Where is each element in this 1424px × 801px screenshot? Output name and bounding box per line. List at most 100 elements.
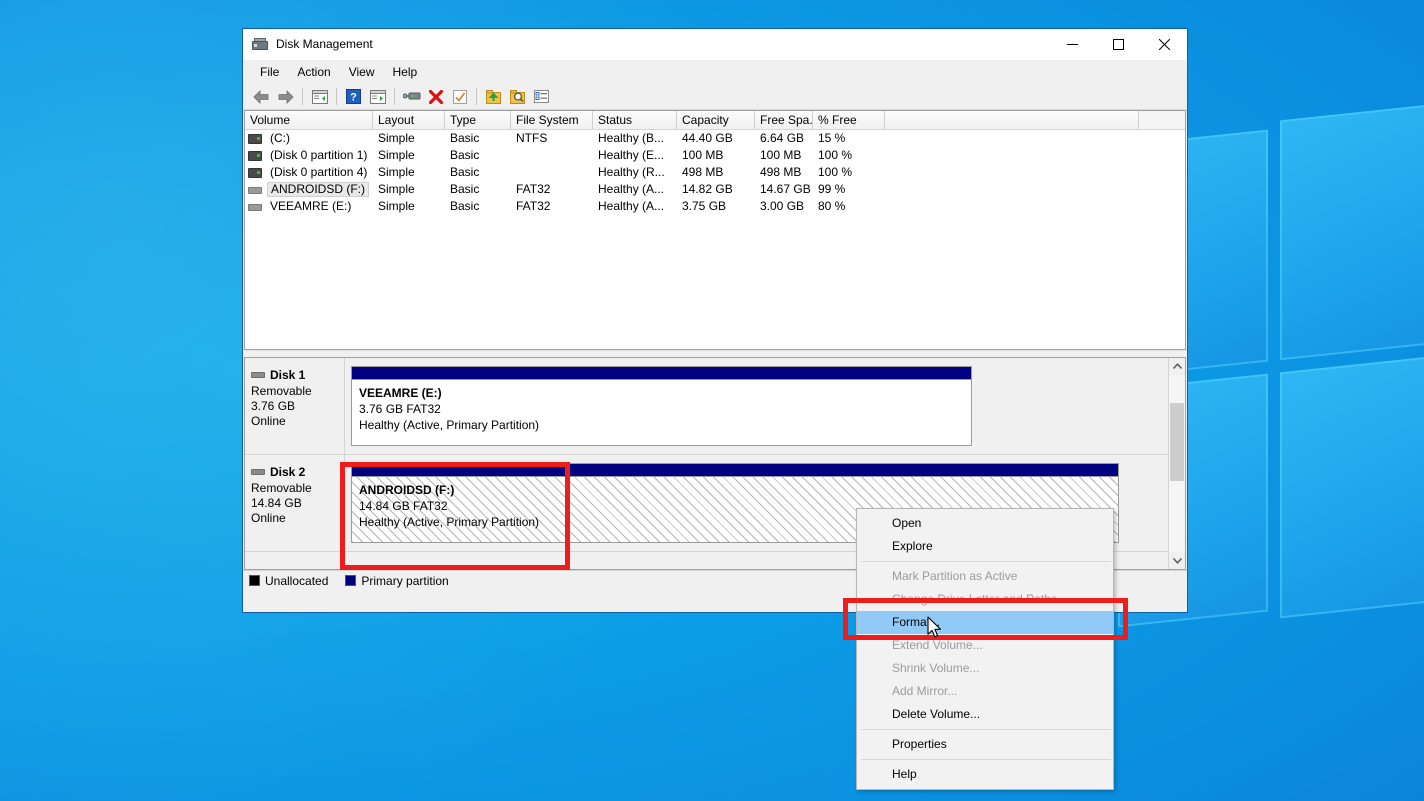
disk-row: Disk 1 Removable3.76 GBOnline VEEAMRE (E:)…	[245, 358, 1168, 455]
context-menu-item: Add Mirror...	[857, 680, 1113, 703]
volume-percent-free-cell: 100 %	[813, 164, 885, 181]
volume-list-panel: VolumeLayoutTypeFile SystemStatusCapacit…	[244, 110, 1186, 350]
volume-column-header[interactable]: Layout	[373, 111, 445, 129]
toolbar-separator	[336, 88, 337, 105]
partition-label-label: VEEAMRE (E:)	[359, 385, 964, 401]
context-menu-item: Extend Volume...	[857, 634, 1113, 657]
removable-disk-icon	[248, 204, 262, 211]
disk-info-panel[interactable]: Disk 2Removable14.84 GBOnline	[245, 455, 345, 551]
volume-list-header: VolumeLayoutTypeFile SystemStatusCapacit…	[245, 111, 1185, 130]
table-row[interactable]: ANDROIDSD (F:)SimpleBasicFAT32Healthy (A…	[245, 181, 1185, 198]
disk-name-label: Disk 1	[270, 368, 305, 382]
volume-context-menu: OpenExploreMark Partition as ActiveChang…	[856, 508, 1114, 790]
volume-column-header[interactable]: Volume	[245, 111, 373, 129]
context-menu-item[interactable]: Open	[857, 512, 1113, 535]
partition-type-bar	[352, 367, 971, 380]
properties-icon[interactable]	[448, 86, 471, 108]
disk-title: Disk 1	[251, 368, 336, 382]
volume-name-label: (Disk 0 partition 1)	[267, 148, 370, 163]
toolbar: ?	[243, 84, 1187, 110]
rescan-disks-icon[interactable]	[400, 86, 423, 108]
volume-column-header[interactable]: File System	[511, 111, 593, 129]
volume-type-cell: Basic	[445, 130, 511, 147]
volume-percent-free-cell: 100 %	[813, 147, 885, 164]
context-menu-item[interactable]: Explore	[857, 535, 1113, 558]
volume-capacity-cell: 14.82 GB	[677, 181, 755, 198]
menu-separator	[861, 729, 1111, 730]
volume-column-header[interactable]: % Free	[813, 111, 885, 129]
table-row[interactable]: (C:)SimpleBasicNTFSHealthy (B...44.40 GB…	[245, 130, 1185, 147]
context-menu-item: Shrink Volume...	[857, 657, 1113, 680]
menu-bar: File Action View Help	[243, 60, 1187, 84]
table-row[interactable]: (Disk 0 partition 4)SimpleBasicHealthy (…	[245, 164, 1185, 181]
context-menu-item: Change Drive Letter and Paths...	[857, 588, 1113, 611]
scrollbar-track[interactable]	[1169, 375, 1185, 552]
volume-column-header[interactable]	[885, 111, 1139, 129]
find-icon[interactable]	[506, 86, 529, 108]
disk-management-icon	[252, 37, 268, 53]
delete-icon[interactable]	[424, 86, 447, 108]
disk-state-label: Online	[251, 414, 336, 429]
maximize-button[interactable]	[1095, 29, 1141, 60]
forward-icon[interactable]	[274, 86, 297, 108]
volume-name-label: VEEAMRE (E:)	[267, 199, 354, 214]
menu-file[interactable]: File	[251, 61, 288, 83]
disk-title: Disk 2	[251, 465, 336, 479]
context-menu-item[interactable]: Help	[857, 763, 1113, 786]
export-list-icon[interactable]	[482, 86, 505, 108]
graphical-view-scrollbar[interactable]	[1168, 358, 1185, 569]
volume-column-header[interactable]: Status	[593, 111, 677, 129]
legend-swatch	[345, 575, 356, 586]
volume-layout-cell: Simple	[373, 181, 445, 198]
context-menu-item[interactable]: Properties	[857, 733, 1113, 756]
volume-capacity-cell: 44.40 GB	[677, 130, 755, 147]
volume-layout-cell: Simple	[373, 164, 445, 181]
volume-capacity-cell: 100 MB	[677, 147, 755, 164]
volume-file-system-cell: NTFS	[511, 130, 593, 147]
back-icon[interactable]	[250, 86, 273, 108]
disk-partition-area: VEEAMRE (E:)3.76 GB FAT32Healthy (Active…	[345, 358, 1168, 454]
volume-type-cell: Basic	[445, 198, 511, 215]
volume-list-body: (C:)SimpleBasicNTFSHealthy (B...44.40 GB…	[245, 130, 1185, 349]
context-menu-item[interactable]: Format...	[857, 611, 1113, 634]
table-row[interactable]: VEEAMRE (E:)SimpleBasicFAT32Healthy (A..…	[245, 198, 1185, 215]
menu-help[interactable]: Help	[384, 61, 427, 83]
title-bar: Disk Management	[243, 29, 1187, 60]
volume-capacity-cell: 498 MB	[677, 164, 755, 181]
show-hide-console-tree-icon[interactable]	[308, 86, 331, 108]
volume-column-header[interactable]: Free Spa...	[755, 111, 813, 129]
volume-column-header[interactable]: Type	[445, 111, 511, 129]
legend-swatch	[249, 575, 260, 586]
volume-column-header[interactable]: Capacity	[677, 111, 755, 129]
close-button[interactable]	[1141, 29, 1187, 60]
menu-action[interactable]: Action	[288, 61, 339, 83]
show-hide-action-pane-icon[interactable]	[366, 86, 389, 108]
context-menu-item[interactable]: Delete Volume...	[857, 703, 1113, 726]
partition-type-bar	[352, 464, 1118, 477]
minimize-button[interactable]	[1049, 29, 1095, 60]
table-row[interactable]: (Disk 0 partition 1)SimpleBasicHealthy (…	[245, 147, 1185, 164]
scrollbar-thumb[interactable]	[1170, 403, 1184, 481]
volume-free-space-cell: 3.00 GB	[755, 198, 813, 215]
disk-info-panel[interactable]: Disk 1 Removable3.76 GBOnline	[245, 358, 345, 454]
partition-size-fs-label: 3.76 GB FAT32	[359, 401, 964, 417]
volume-type-cell: Basic	[445, 164, 511, 181]
disk-media-label: Removable	[251, 481, 336, 496]
help-icon[interactable]: ?	[342, 86, 365, 108]
volume-layout-cell: Simple	[373, 130, 445, 147]
disk-media-label: Removable	[251, 384, 336, 399]
disk-partition[interactable]: VEEAMRE (E:)3.76 GB FAT32Healthy (Active…	[351, 366, 972, 446]
volume-status-cell: Healthy (A...	[593, 198, 677, 215]
detail-list-icon[interactable]	[530, 86, 553, 108]
volume-name-cell: (Disk 0 partition 1)	[245, 148, 373, 163]
disk-state-label: Online	[251, 511, 336, 526]
menu-view[interactable]: View	[340, 61, 384, 83]
wallpaper-pane-top-right	[1280, 103, 1424, 361]
volume-percent-free-cell: 80 %	[813, 198, 885, 215]
disk-size-label: 3.76 GB	[251, 399, 336, 414]
volume-percent-free-cell: 99 %	[813, 181, 885, 198]
scroll-down-icon[interactable]	[1169, 552, 1185, 569]
scroll-up-icon[interactable]	[1169, 358, 1185, 375]
panel-splitter[interactable]	[243, 350, 1187, 357]
svg-text:?: ?	[350, 92, 357, 104]
